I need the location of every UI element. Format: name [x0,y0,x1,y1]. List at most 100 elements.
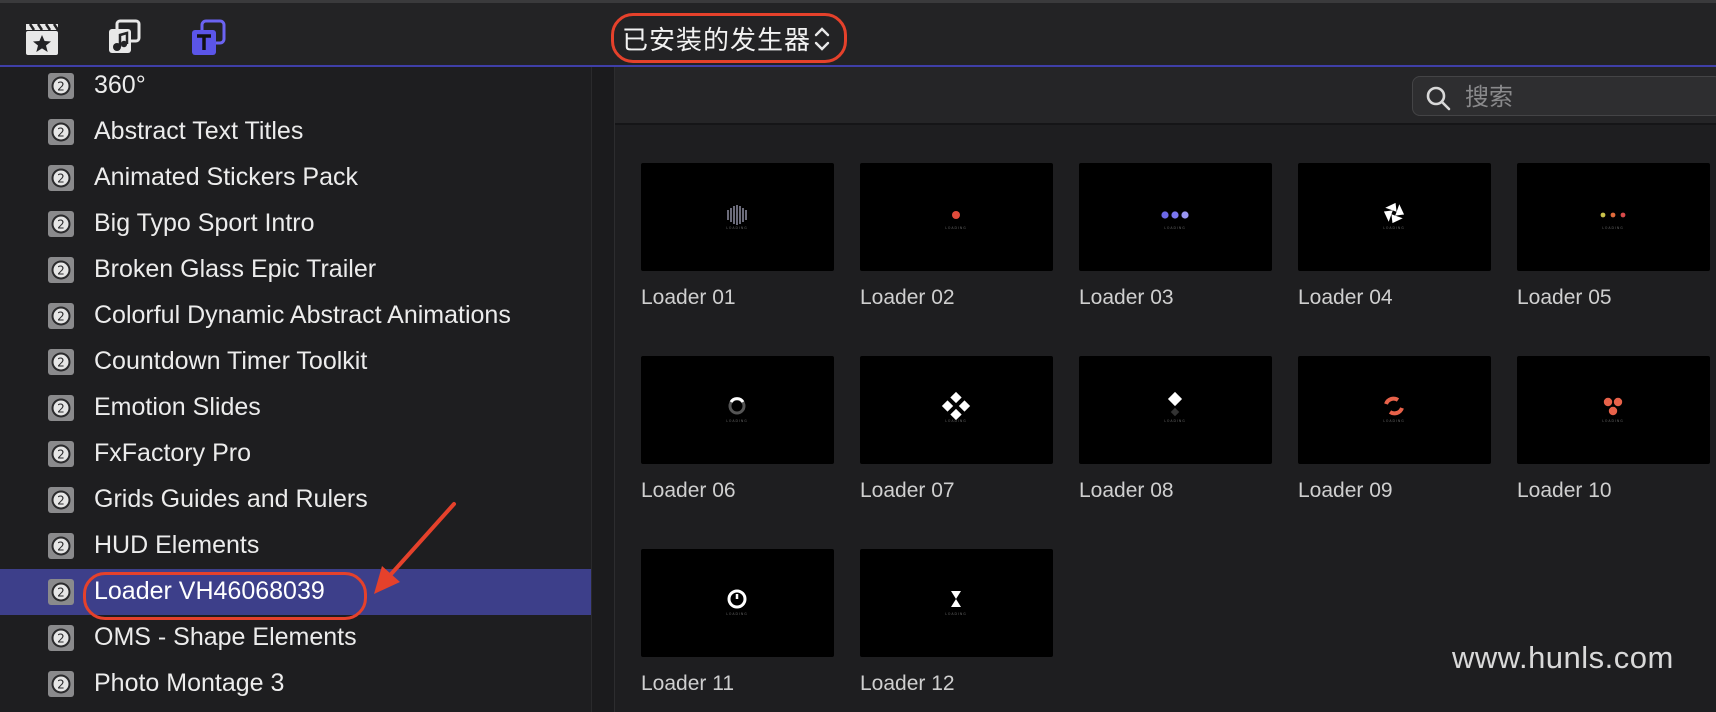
three-purple-dots-preview-thumbnail[interactable]: LOADING [1079,163,1272,271]
sidebar-item[interactable]: 2 Grids Guides and Rulers [0,477,591,523]
white-squares-preview-thumbnail[interactable]: LOADING [860,356,1053,464]
white-pinwheel-preview-thumbnail[interactable]: LOADING [1298,163,1491,271]
svg-text:2: 2 [57,80,65,94]
sidebar-item[interactable]: 2 Colorful Dynamic Abstract Animations [0,293,591,339]
svg-text:2: 2 [57,586,65,600]
generator-tile[interactable]: LOADING Loader 03 [1079,163,1272,310]
svg-text:2: 2 [57,356,65,370]
tile-name: Loader 06 [641,479,736,502]
sidebar-item-label: OMS - Shape Elements [94,623,357,651]
bars-preview-thumbnail[interactable]: LOADING [641,163,834,271]
sidebar-item-label: Abstract Text Titles [94,117,304,145]
search-icon [1426,86,1451,111]
generator-tile[interactable]: LOADING Loader 10 [1517,356,1710,503]
sidebar-item[interactable]: 2 OMS - Shape Elements [0,615,591,661]
svg-text:LOADING: LOADING [1164,226,1186,230]
generator-tile[interactable]: LOADING Loader 04 [1298,163,1491,310]
photos-music-icon[interactable] [104,18,144,58]
tile-name: Loader 04 [1298,286,1393,309]
generator-tile[interactable]: LOADING Loader 06 [641,356,834,503]
sidebar-item-label: Countdown Timer Toolkit [94,347,368,375]
sidebar-item[interactable]: 2 360° [0,67,591,109]
svg-text:2: 2 [57,218,65,232]
sidebar-item-label: Broken Glass Epic Trailer [94,255,377,283]
browser-search-bar [615,67,1716,125]
toolbar: 已安装的发生器 [0,0,1716,67]
sidebar-item[interactable]: 2 Animated Stickers Pack [0,155,591,201]
red-triangle-dots-preview-thumbnail[interactable]: LOADING [1517,356,1710,464]
generator-tile[interactable]: LOADING Loader 12 [860,549,1053,696]
titles-generators-icon[interactable] [188,18,228,58]
fxfactory-badge-icon: 2 [47,670,75,698]
fxfactory-badge-icon: 2 [47,440,75,468]
svg-text:LOADING: LOADING [726,419,748,423]
tile-name: Loader 03 [1079,286,1174,309]
svg-text:2: 2 [57,678,65,692]
tile-name: Loader 11 [641,672,735,695]
fxfactory-badge-icon: 2 [47,302,75,330]
svg-text:LOADING: LOADING [1602,226,1624,230]
panel-splitter[interactable] [591,67,615,712]
svg-text:LOADING: LOADING [1164,419,1186,423]
white-clock-preview-thumbnail[interactable]: LOADING [641,549,834,657]
fxfactory-badge-icon: 2 [47,348,75,376]
svg-text:LOADING: LOADING [1383,226,1405,230]
svg-text:2: 2 [57,448,65,462]
svg-text:2: 2 [57,632,65,646]
sidebar-item[interactable]: 2 HUD Elements [0,523,591,569]
white-diamond-preview-thumbnail[interactable]: LOADING [1079,356,1272,464]
sidebar-item[interactable]: 2 Countdown Timer Toolkit [0,339,591,385]
fxfactory-badge-icon: 2 [47,118,75,146]
sidebar-item[interactable]: 2 Photo Montage 3 [0,661,591,707]
sidebar-item[interactable]: 2 Emotion Slides [0,385,591,431]
tile-name: Loader 10 [1517,479,1612,502]
svg-text:2: 2 [57,126,65,140]
generator-tile[interactable]: LOADING Loader 07 [860,356,1053,503]
sidebar-item-label: Animated Stickers Pack [94,163,358,191]
fxfactory-badge-icon: 2 [47,72,75,100]
sidebar-item-label: Photo Montage 3 [94,669,285,697]
tile-name: Loader 08 [1079,479,1174,502]
library-popup-label: 已安装的发生器 [622,25,812,56]
fxfactory-badge-icon: 2 [47,256,75,284]
svg-text:2: 2 [57,402,65,416]
chevron-up-down-icon [814,27,830,51]
ring-preview-thumbnail[interactable]: LOADING [641,356,834,464]
sidebar-item[interactable]: 2 Big Typo Sport Intro [0,201,591,247]
fxfactory-badge-icon: 2 [47,164,75,192]
white-hourglass-preview-thumbnail[interactable]: LOADING [860,549,1053,657]
tile-name: Loader 02 [860,286,955,309]
search-input[interactable] [1465,81,1705,113]
red-dot-preview-thumbnail[interactable]: LOADING [860,163,1053,271]
tile-name: Loader 07 [860,479,955,502]
sidebar-item-label: HUD Elements [94,531,260,559]
svg-text:2: 2 [57,494,65,508]
fxfactory-badge-icon: 2 [47,486,75,514]
tile-name: Loader 01 [641,286,736,309]
sidebar-item[interactable]: 2 FxFactory Pro [0,431,591,477]
generator-tile[interactable]: LOADING Loader 11 [641,549,834,696]
svg-text:2: 2 [57,172,65,186]
generator-tile[interactable]: LOADING Loader 09 [1298,356,1491,503]
red-arcs-preview-thumbnail[interactable]: LOADING [1298,356,1491,464]
sidebar-item-label: Colorful Dynamic Abstract Animations [94,301,511,329]
generator-tile[interactable]: LOADING Loader 01 [641,163,834,310]
generator-tile[interactable]: LOADING Loader 02 [860,163,1053,310]
svg-text:2: 2 [57,540,65,554]
three-color-dots-preview-thumbnail[interactable]: LOADING [1517,163,1710,271]
sidebar-item-label: FxFactory Pro [94,439,251,467]
clapper-star-icon[interactable] [22,18,62,58]
sidebar-item[interactable]: 2 Abstract Text Titles [0,109,591,155]
fxfactory-badge-icon: 2 [47,624,75,652]
library-popup[interactable]: 已安装的发生器 [611,13,847,63]
generator-tile[interactable]: LOADING Loader 05 [1517,163,1710,310]
svg-text:LOADING: LOADING [1383,419,1405,423]
search-field[interactable] [1412,76,1716,116]
sidebar-item[interactable]: 2 Broken Glass Epic Trailer [0,247,591,293]
sidebar-item-label: Grids Guides and Rulers [94,485,368,513]
svg-text:LOADING: LOADING [726,226,748,230]
annotation-arrow-icon [374,502,456,594]
tile-name: Loader 05 [1517,286,1612,309]
generator-tile[interactable]: LOADING Loader 08 [1079,356,1272,503]
tile-name: Loader 09 [1298,479,1393,502]
